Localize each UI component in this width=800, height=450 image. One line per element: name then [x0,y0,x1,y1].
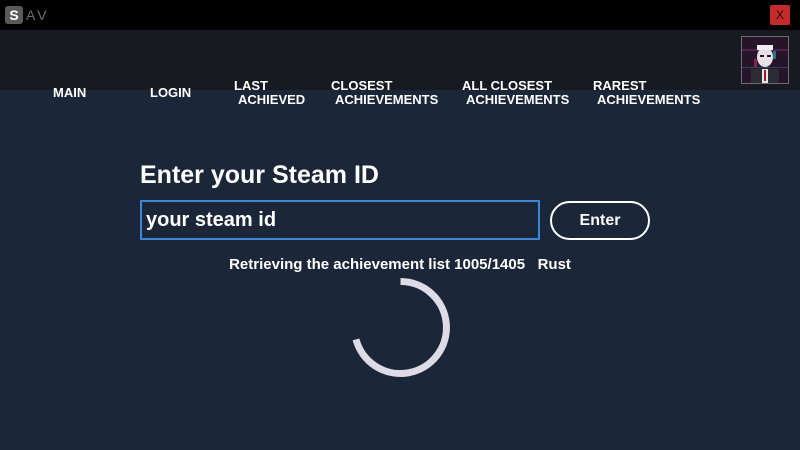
app-logo: S AV [5,6,50,24]
nav-item-last-achieved[interactable]: LAST ACHIEVED [234,79,305,107]
status-prefix: Retrieving the achievement list [229,256,450,273]
game-name: Rust [537,256,571,273]
status-message: Retrieving the achievement list 1005/140… [0,256,800,273]
logo-text: AV [26,7,50,23]
nav-item-login[interactable]: LOGIN [150,86,191,100]
navbar: MAIN LOGIN LAST ACHIEVED CLOSEST ACHIEVE… [0,30,800,107]
page-heading: Enter your Steam ID [140,161,379,189]
nav-item-label: MAIN [53,85,87,100]
steam-id-input[interactable] [140,200,540,240]
nav-item-closest-achievements[interactable]: CLOSEST ACHIEVEMENTS [331,79,438,107]
nav-item-label-line2: ACHIEVEMENTS [466,92,570,107]
nav-item-label-line2: ACHIEVEMENTS [597,92,701,107]
title-bar: S AV X [0,0,800,30]
nav-item-label-line2: ACHIEVED [238,92,306,107]
avatar-image [742,37,788,83]
nav-item-rarest-achievements[interactable]: RAREST ACHIEVEMENTS [593,79,700,107]
close-button[interactable]: X [770,5,790,25]
nav-item-main[interactable]: MAIN [53,86,86,100]
nav-item-label-line1: RAREST [593,78,647,93]
nav-item-label-line1: CLOSEST [331,78,393,93]
nav-item-label: LOGIN [150,85,192,100]
loading-spinner-icon [352,278,450,377]
nav-item-label-line1: LAST [234,78,268,93]
nav-item-label-line2: ACHIEVEMENTS [335,92,439,107]
enter-button[interactable]: Enter [550,201,650,240]
user-avatar[interactable] [741,36,789,84]
nav-item-all-closest-achievements[interactable]: ALL CLOSEST ACHIEVEMENTS [462,79,569,107]
logo-letter: S [5,6,23,24]
nav-item-label-line1: ALL CLOSEST [462,78,553,93]
progress-count: 1005/1405 [454,256,526,273]
